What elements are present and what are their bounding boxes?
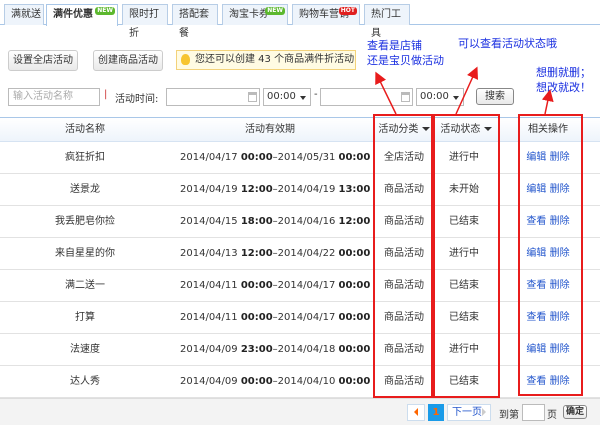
- caret-left-icon: [414, 408, 418, 416]
- page-1-button[interactable]: 1: [428, 404, 444, 421]
- annotation-arrows: [375, 66, 554, 115]
- pagination-bar: 1 下一页 到第 页 确定: [0, 398, 600, 425]
- page-unit-label: 页: [547, 410, 557, 421]
- arrow-ops: [541, 89, 554, 115]
- arrow-category: [375, 71, 397, 115]
- next-page-button[interactable]: 下一页: [447, 404, 491, 421]
- caret-right-icon: [482, 408, 486, 416]
- prev-page-button[interactable]: [407, 404, 425, 421]
- next-label: 下一页: [452, 407, 482, 418]
- page-number-input[interactable]: [522, 404, 545, 421]
- confirm-page-button[interactable]: 确定: [563, 405, 587, 419]
- arrow-status: [455, 66, 478, 115]
- goto-label: 到第: [499, 410, 519, 421]
